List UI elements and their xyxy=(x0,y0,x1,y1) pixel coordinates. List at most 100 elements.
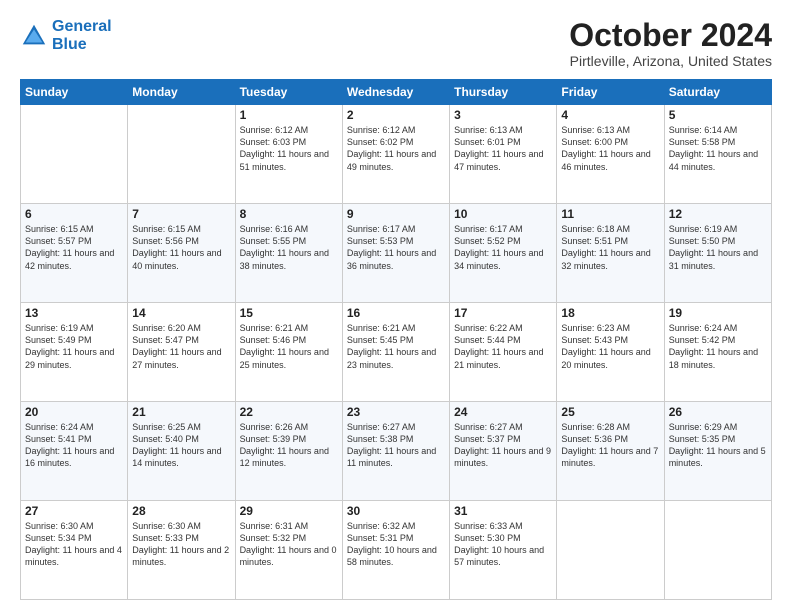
col-tuesday: Tuesday xyxy=(235,80,342,105)
header-row: Sunday Monday Tuesday Wednesday Thursday… xyxy=(21,80,772,105)
cell-info: Sunrise: 6:21 AM Sunset: 5:45 PM Dayligh… xyxy=(347,322,445,371)
day-number: 8 xyxy=(240,207,338,221)
cell-info: Sunrise: 6:30 AM Sunset: 5:34 PM Dayligh… xyxy=(25,520,123,569)
calendar-cell: 4 Sunrise: 6:13 AM Sunset: 6:00 PM Daylig… xyxy=(557,105,664,204)
calendar-cell: 13 Sunrise: 6:19 AM Sunset: 5:49 PM Dayli… xyxy=(21,303,128,402)
day-number: 1 xyxy=(240,108,338,122)
day-number: 6 xyxy=(25,207,123,221)
logo-icon xyxy=(20,22,48,50)
day-number: 29 xyxy=(240,504,338,518)
calendar-cell: 16 Sunrise: 6:21 AM Sunset: 5:45 PM Dayli… xyxy=(342,303,449,402)
calendar-cell: 26 Sunrise: 6:29 AM Sunset: 5:35 PM Dayli… xyxy=(664,402,771,501)
cell-info: Sunrise: 6:12 AM Sunset: 6:03 PM Dayligh… xyxy=(240,124,338,173)
logo: General Blue xyxy=(20,18,112,53)
calendar-cell: 7Sunrise: 6:15 AM Sunset: 5:56 PM Daylig… xyxy=(128,204,235,303)
month-title: October 2024 xyxy=(569,18,772,53)
day-number: 10 xyxy=(454,207,552,221)
cell-info: Sunrise: 6:24 AM Sunset: 5:42 PM Dayligh… xyxy=(669,322,767,371)
calendar-cell: 3Sunrise: 6:13 AM Sunset: 6:01 PM Daylig… xyxy=(450,105,557,204)
calendar-week-2: 6 Sunrise: 6:15 AM Sunset: 5:57 PM Daylig… xyxy=(21,204,772,303)
day-number: 3 xyxy=(454,108,552,122)
calendar-cell: 20Sunrise: 6:24 AM Sunset: 5:41 PM Dayli… xyxy=(21,402,128,501)
cell-info: Sunrise: 6:23 AM Sunset: 5:43 PM Dayligh… xyxy=(561,322,659,371)
day-number: 31 xyxy=(454,504,552,518)
day-number: 13 xyxy=(25,306,123,320)
calendar-cell: 5 Sunrise: 6:14 AM Sunset: 5:58 PM Daylig… xyxy=(664,105,771,204)
day-number: 27 xyxy=(25,504,123,518)
calendar-cell: 12Sunrise: 6:19 AM Sunset: 5:50 PM Dayli… xyxy=(664,204,771,303)
day-number: 25 xyxy=(561,405,659,419)
calendar-cell: 2Sunrise: 6:12 AM Sunset: 6:02 PM Daylig… xyxy=(342,105,449,204)
cell-info: Sunrise: 6:17 AM Sunset: 5:53 PM Dayligh… xyxy=(347,223,445,272)
calendar-cell: 18Sunrise: 6:23 AM Sunset: 5:43 PM Dayli… xyxy=(557,303,664,402)
cell-info: Sunrise: 6:20 AM Sunset: 5:47 PM Dayligh… xyxy=(132,322,230,371)
calendar-cell: 9 Sunrise: 6:17 AM Sunset: 5:53 PM Daylig… xyxy=(342,204,449,303)
calendar-cell: 14 Sunrise: 6:20 AM Sunset: 5:47 PM Dayli… xyxy=(128,303,235,402)
page: General Blue October 2024 Pirtleville, A… xyxy=(0,0,792,612)
day-number: 2 xyxy=(347,108,445,122)
calendar-cell xyxy=(557,501,664,600)
cell-info: Sunrise: 6:26 AM Sunset: 5:39 PM Dayligh… xyxy=(240,421,338,470)
calendar-cell: 24 Sunrise: 6:27 AM Sunset: 5:37 PM Dayli… xyxy=(450,402,557,501)
cell-info: Sunrise: 6:14 AM Sunset: 5:58 PM Dayligh… xyxy=(669,124,767,173)
day-number: 28 xyxy=(132,504,230,518)
cell-info: Sunrise: 6:29 AM Sunset: 5:35 PM Dayligh… xyxy=(669,421,767,470)
cell-info: Sunrise: 6:15 AM Sunset: 5:56 PM Dayligh… xyxy=(132,223,230,272)
calendar-cell xyxy=(664,501,771,600)
day-number: 26 xyxy=(669,405,767,419)
day-number: 4 xyxy=(561,108,659,122)
day-number: 19 xyxy=(669,306,767,320)
calendar-cell: 31 Sunrise: 6:33 AM Sunset: 5:30 PM Dayli… xyxy=(450,501,557,600)
cell-info: Sunrise: 6:30 AM Sunset: 5:33 PM Dayligh… xyxy=(132,520,230,569)
calendar-cell: 19 Sunrise: 6:24 AM Sunset: 5:42 PM Dayli… xyxy=(664,303,771,402)
calendar-cell: 1 Sunrise: 6:12 AM Sunset: 6:03 PM Daylig… xyxy=(235,105,342,204)
location: Pirtleville, Arizona, United States xyxy=(569,53,772,69)
cell-info: Sunrise: 6:13 AM Sunset: 6:00 PM Dayligh… xyxy=(561,124,659,173)
col-wednesday: Wednesday xyxy=(342,80,449,105)
day-number: 17 xyxy=(454,306,552,320)
day-number: 22 xyxy=(240,405,338,419)
cell-info: Sunrise: 6:27 AM Sunset: 5:37 PM Dayligh… xyxy=(454,421,552,470)
cell-info: Sunrise: 6:21 AM Sunset: 5:46 PM Dayligh… xyxy=(240,322,338,371)
calendar-cell: 6 Sunrise: 6:15 AM Sunset: 5:57 PM Daylig… xyxy=(21,204,128,303)
cell-info: Sunrise: 6:33 AM Sunset: 5:30 PM Dayligh… xyxy=(454,520,552,569)
calendar-week-5: 27 Sunrise: 6:30 AM Sunset: 5:34 PM Dayli… xyxy=(21,501,772,600)
calendar-cell xyxy=(21,105,128,204)
day-number: 15 xyxy=(240,306,338,320)
cell-info: Sunrise: 6:15 AM Sunset: 5:57 PM Dayligh… xyxy=(25,223,123,272)
calendar-cell: 22 Sunrise: 6:26 AM Sunset: 5:39 PM Dayli… xyxy=(235,402,342,501)
calendar-cell: 30Sunrise: 6:32 AM Sunset: 5:31 PM Dayli… xyxy=(342,501,449,600)
cell-info: Sunrise: 6:19 AM Sunset: 5:50 PM Dayligh… xyxy=(669,223,767,272)
calendar-week-4: 20Sunrise: 6:24 AM Sunset: 5:41 PM Dayli… xyxy=(21,402,772,501)
col-thursday: Thursday xyxy=(450,80,557,105)
logo-line1: General xyxy=(52,18,112,35)
day-number: 14 xyxy=(132,306,230,320)
calendar-week-3: 13 Sunrise: 6:19 AM Sunset: 5:49 PM Dayli… xyxy=(21,303,772,402)
day-number: 5 xyxy=(669,108,767,122)
calendar-table: Sunday Monday Tuesday Wednesday Thursday… xyxy=(20,79,772,600)
col-saturday: Saturday xyxy=(664,80,771,105)
cell-info: Sunrise: 6:16 AM Sunset: 5:55 PM Dayligh… xyxy=(240,223,338,272)
day-number: 9 xyxy=(347,207,445,221)
calendar-cell: 29Sunrise: 6:31 AM Sunset: 5:32 PM Dayli… xyxy=(235,501,342,600)
day-number: 24 xyxy=(454,405,552,419)
logo-line2: Blue xyxy=(52,36,87,53)
cell-info: Sunrise: 6:24 AM Sunset: 5:41 PM Dayligh… xyxy=(25,421,123,470)
header: General Blue October 2024 Pirtleville, A… xyxy=(20,18,772,69)
title-area: October 2024 Pirtleville, Arizona, Unite… xyxy=(569,18,772,69)
calendar-week-1: 1 Sunrise: 6:12 AM Sunset: 6:03 PM Daylig… xyxy=(21,105,772,204)
day-number: 21 xyxy=(132,405,230,419)
calendar-cell: 25Sunrise: 6:28 AM Sunset: 5:36 PM Dayli… xyxy=(557,402,664,501)
calendar-cell: 23Sunrise: 6:27 AM Sunset: 5:38 PM Dayli… xyxy=(342,402,449,501)
cell-info: Sunrise: 6:25 AM Sunset: 5:40 PM Dayligh… xyxy=(132,421,230,470)
calendar-cell: 11Sunrise: 6:18 AM Sunset: 5:51 PM Dayli… xyxy=(557,204,664,303)
cell-info: Sunrise: 6:19 AM Sunset: 5:49 PM Dayligh… xyxy=(25,322,123,371)
calendar-cell: 28 Sunrise: 6:30 AM Sunset: 5:33 PM Dayli… xyxy=(128,501,235,600)
day-number: 16 xyxy=(347,306,445,320)
day-number: 30 xyxy=(347,504,445,518)
cell-info: Sunrise: 6:18 AM Sunset: 5:51 PM Dayligh… xyxy=(561,223,659,272)
logo-text: General Blue xyxy=(52,18,112,53)
calendar-cell: 15 Sunrise: 6:21 AM Sunset: 5:46 PM Dayli… xyxy=(235,303,342,402)
col-friday: Friday xyxy=(557,80,664,105)
cell-info: Sunrise: 6:27 AM Sunset: 5:38 PM Dayligh… xyxy=(347,421,445,470)
